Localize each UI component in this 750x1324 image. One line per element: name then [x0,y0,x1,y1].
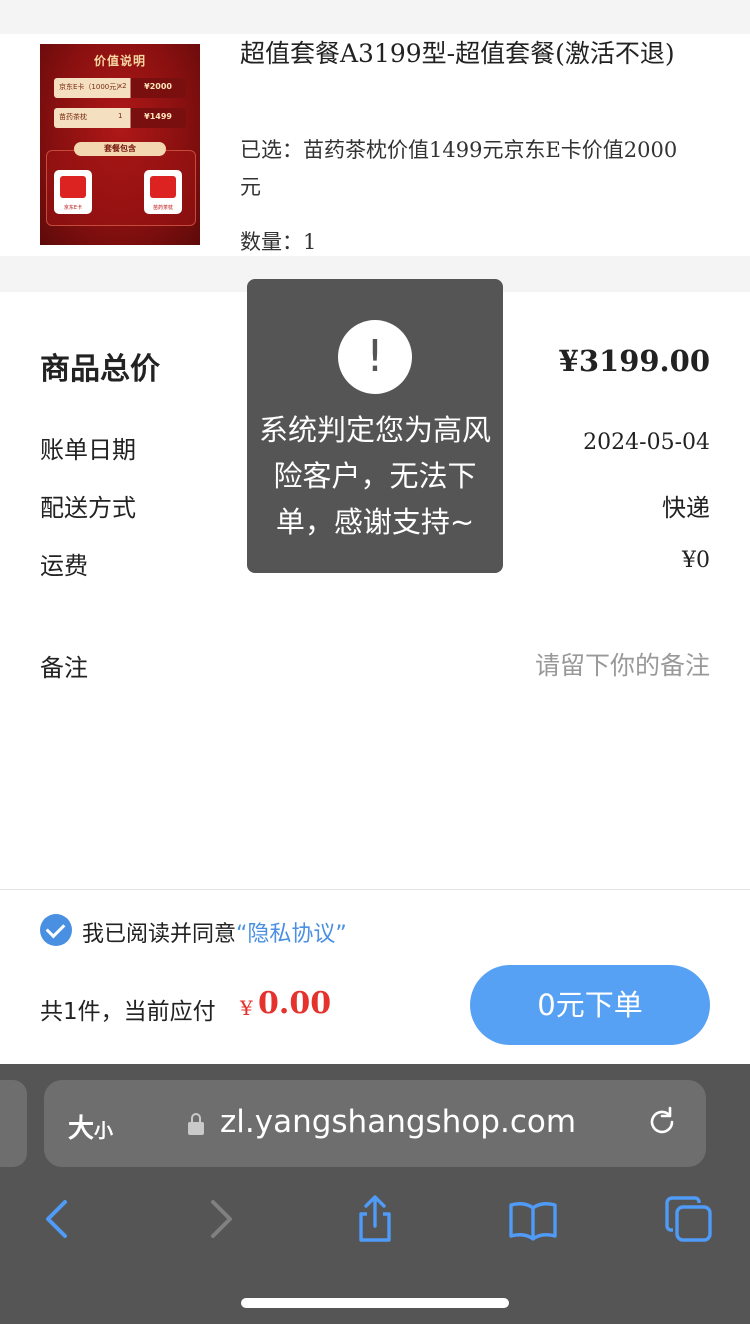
note-label: 备注 [40,654,88,682]
text-size-button[interactable]: 大小 [68,1108,113,1145]
text-size-large: 大 [68,1114,95,1144]
forward-icon[interactable] [194,1194,244,1244]
address-bar[interactable]: 大小 zl.yangshangshop.com [44,1080,706,1167]
shipping-method-value[interactable]: 快递 [662,488,710,523]
payable-amount: 0.00 [258,986,332,1021]
image-row-multiplier: 1 [118,112,123,120]
agree-checkbox[interactable] [40,914,72,946]
image-card-pillow: 苗药茶枕 [144,170,182,214]
total-label: 商品总价 [40,352,160,387]
shipping-method-label: 配送方式 [40,494,136,522]
image-row-label: 京东E卡（1000元） [59,83,124,91]
image-heading: 价值说明 [93,54,146,68]
error-toast: ! 系统判定您为高风险客户，无法下单，感谢支持~ [247,279,503,573]
product-title: 超值套餐A3199型-超值套餐(激活不退) [240,39,675,68]
currency-symbol: ¥ [240,996,253,1020]
note-input[interactable]: 请留下你的备注 [535,646,710,682]
product-quantity: 数量：1 [240,230,317,254]
image-card-label: 苗药茶枕 [152,205,173,211]
toast-message: 系统判定您为高风险客户，无法下单，感谢支持~ [258,413,491,539]
image-row-label: 苗药茶枕 [59,113,87,121]
image-row-pillow: 苗药茶枕 1 ¥1499 [54,108,186,128]
order-count-label: 共1件，当前应付 [40,999,216,1025]
submit-order-button[interactable]: 0元下单 [470,965,710,1045]
bookmarks-icon[interactable] [508,1194,558,1244]
shipping-fee-value: ¥0 [682,548,710,573]
total-value: ¥3199.00 [558,344,710,378]
agree-text: 我已阅读并同意“隐私协议” [82,916,347,948]
order-bar: 我已阅读并同意“隐私协议” 共1件，当前应付 ¥ 0.00 0元下单 [0,889,750,1065]
reload-icon[interactable] [644,1104,680,1140]
image-row-amount: ¥2000 [144,82,172,91]
lock-icon [188,1113,204,1135]
image-row-ecard: 京东E卡（1000元） x2 ¥2000 [54,78,186,98]
product-selected-options: 已选：苗药茶枕价值1499元京东E卡价值2000元 [240,138,678,199]
product-image[interactable]: 价值说明 京东E卡（1000元） x2 ¥2000 苗药茶枕 1 ¥1499 套… [40,44,200,245]
product-section: 价值说明 京东E卡（1000元） x2 ¥2000 苗药茶枕 1 ¥1499 套… [0,34,750,256]
privacy-policy-link[interactable]: “隐私协议” [236,922,347,947]
url-text[interactable]: zl.yangshangshop.com [220,1104,576,1140]
shipping-fee-label: 运费 [40,552,88,580]
browser-toolbar: 大小 zl.yangshangshop.com [0,1064,750,1324]
image-card-ecard: 京东E卡 [54,170,92,214]
previous-tab-preview[interactable] [0,1080,27,1167]
share-icon[interactable] [350,1194,400,1244]
agree-label: 我已阅读并同意 [82,922,237,947]
image-card-label: 京东E卡 [63,205,83,211]
exclamation-icon: ! [338,320,412,394]
image-package-label: 套餐包含 [74,142,166,156]
tabs-icon[interactable] [664,1194,714,1244]
image-row-multiplier: x2 [118,82,127,90]
text-size-small: 小 [94,1120,114,1142]
back-icon[interactable] [34,1194,84,1244]
home-indicator [241,1298,509,1308]
top-spacer [0,0,750,34]
image-row-amount: ¥1499 [144,112,172,121]
bill-date-value: 2024-05-04 [583,430,710,455]
bill-date-label: 账单日期 [40,436,136,464]
